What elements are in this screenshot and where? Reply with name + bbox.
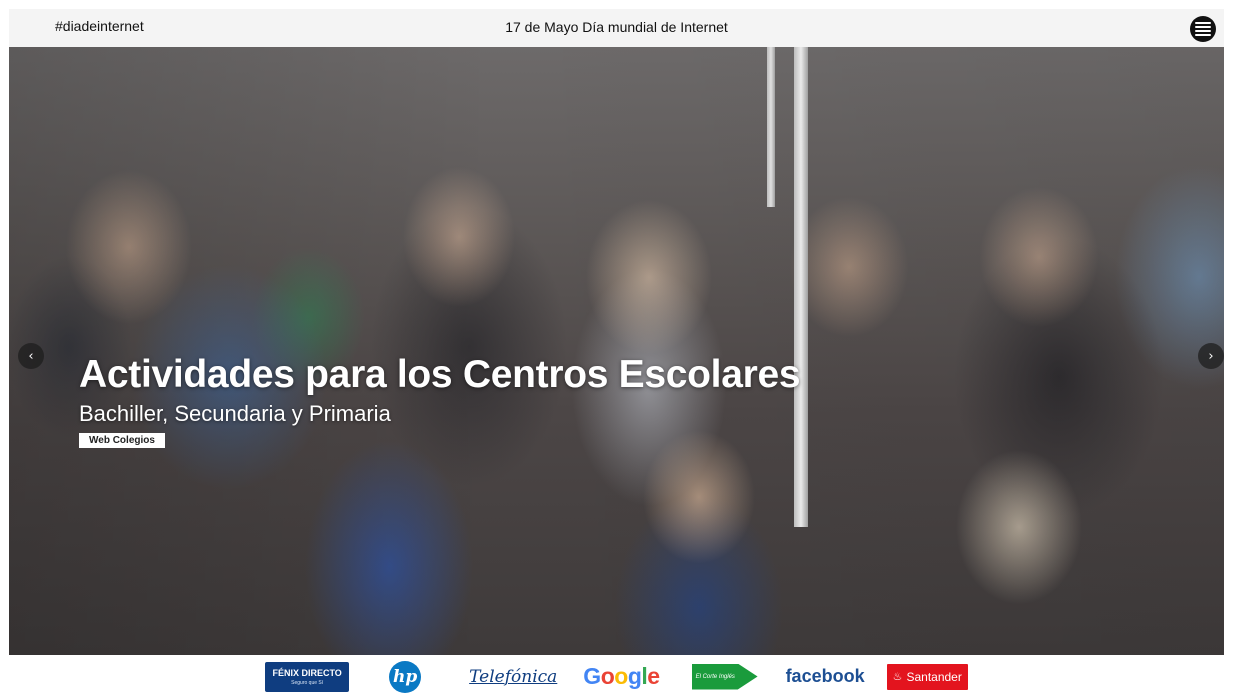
google-letter: e: [647, 663, 660, 689]
hero-subtitle: Bachiller, Secundaria y Primaria: [79, 401, 391, 426]
facebook-logo[interactable]: facebook: [786, 659, 865, 695]
background-pole: [767, 47, 775, 207]
hamburger-line: [1195, 30, 1211, 32]
google-letter: o: [600, 663, 615, 689]
hp-logo[interactable]: hp: [389, 660, 422, 693]
fenix-slogan: Seguro que Sí: [291, 679, 324, 686]
flame-icon: ♨: [892, 671, 903, 683]
fenix-directo-logo[interactable]: FÉNIX DIRECTO Seguro que Sí: [265, 661, 350, 692]
santander-logo[interactable]: ♨ Santander: [886, 663, 968, 690]
santander-name: Santander: [906, 669, 962, 684]
sponsor-bar: FÉNIX DIRECTO Seguro que Sí hp Telefónic…: [0, 656, 1233, 697]
google-logo[interactable]: Google: [583, 659, 660, 695]
background-pole: [794, 47, 808, 527]
telefonica-logo[interactable]: Telefónica: [469, 659, 557, 695]
google-letter: g: [627, 663, 642, 689]
carousel-prev-button[interactable]: ‹: [18, 343, 44, 369]
top-bar: #diadeinternet 17 de Mayo Día mundial de…: [9, 9, 1224, 47]
hero-title: Actividades para los Centros Escolares: [79, 353, 801, 396]
carousel-next-button[interactable]: ›: [1198, 343, 1224, 369]
fenix-name: FÉNIX DIRECTO: [272, 667, 342, 678]
hamburger-line: [1195, 26, 1211, 28]
category-tag[interactable]: Web Colegios: [79, 433, 165, 448]
hamburger-line: [1195, 22, 1211, 24]
hamburger-line: [1195, 34, 1211, 36]
google-letter: G: [583, 663, 601, 689]
menu-button[interactable]: [1190, 16, 1216, 42]
page-title: 17 de Mayo Día mundial de Internet: [505, 19, 728, 35]
hero-caption: Actividades para los Centros Escolares B…: [79, 353, 801, 448]
google-letter: o: [614, 663, 628, 689]
hero-carousel[interactable]: ‹ › Actividades para los Centros Escolar…: [9, 47, 1224, 655]
el-corte-ingles-logo[interactable]: El Corte Inglés: [691, 663, 758, 690]
